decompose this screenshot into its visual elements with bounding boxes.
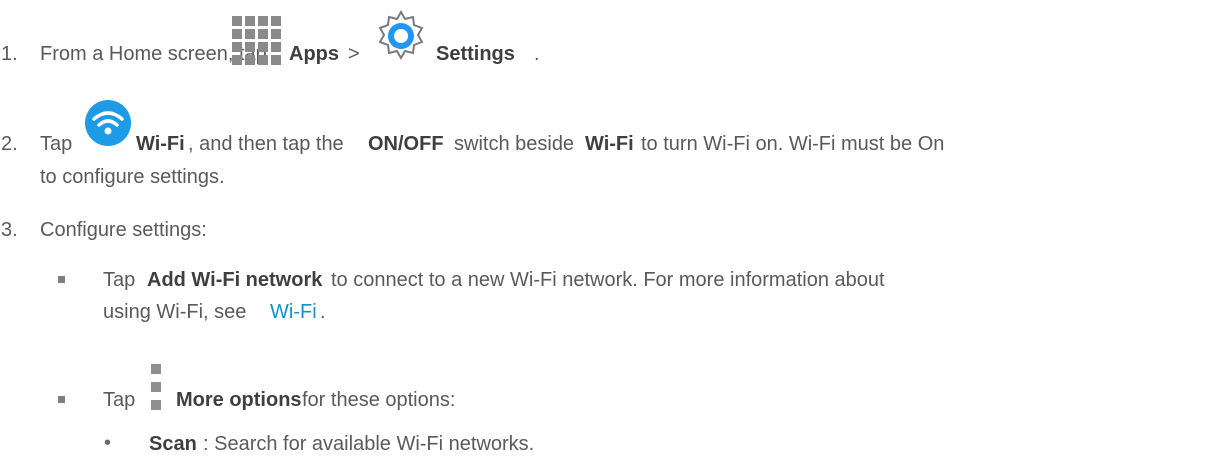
onoff-label: ON/OFF xyxy=(368,133,444,155)
dot-bullet: • xyxy=(104,432,112,454)
bullet-1-line2-pre: using Wi-Fi, see xyxy=(103,301,247,323)
scan-description: : Search for available Wi-Fi networks. xyxy=(203,433,535,455)
step-1-end: . xyxy=(534,43,540,65)
wifi-label-2: Wi-Fi xyxy=(585,133,634,155)
step-2-number: 2. xyxy=(1,133,18,155)
wifi-link[interactable]: Wi-Fi xyxy=(270,300,317,324)
scan-label: Scan xyxy=(149,433,197,455)
step-2-line2: to configure settings. xyxy=(40,166,225,188)
settings-label: Settings xyxy=(436,43,515,65)
bullet-2-post: for these options: xyxy=(302,389,456,411)
more-options-label: More options xyxy=(176,389,302,411)
step-2-mid3: to turn Wi-Fi on. Wi-Fi must be On xyxy=(641,133,945,155)
step-2-mid1: , and then tap the xyxy=(188,133,344,155)
square-bullet xyxy=(58,276,65,283)
add-wifi-network-label: Add Wi-Fi network xyxy=(147,269,323,291)
bullet-2-pre: Tap xyxy=(103,389,136,411)
step-3-text: Configure settings: xyxy=(40,219,207,241)
square-bullet xyxy=(58,396,65,403)
step-3-number: 3. xyxy=(1,219,18,241)
settings-gear-icon xyxy=(378,9,424,61)
step-2-pre: Tap xyxy=(40,133,73,155)
bullet-1-pre: Tap xyxy=(103,269,136,291)
step-1-number: 1. xyxy=(1,43,18,65)
step-1-separator: > xyxy=(348,43,360,65)
bullet-1-line2-post: . xyxy=(320,301,326,323)
apps-grid-icon xyxy=(232,16,281,65)
apps-label: Apps xyxy=(289,43,339,65)
more-options-icon xyxy=(151,364,161,410)
wifi-icon xyxy=(85,100,131,146)
bullet-1-post: to connect to a new Wi-Fi network. For m… xyxy=(331,269,885,291)
step-2-mid2: switch beside xyxy=(454,133,575,155)
wifi-label: Wi-Fi xyxy=(136,133,185,155)
